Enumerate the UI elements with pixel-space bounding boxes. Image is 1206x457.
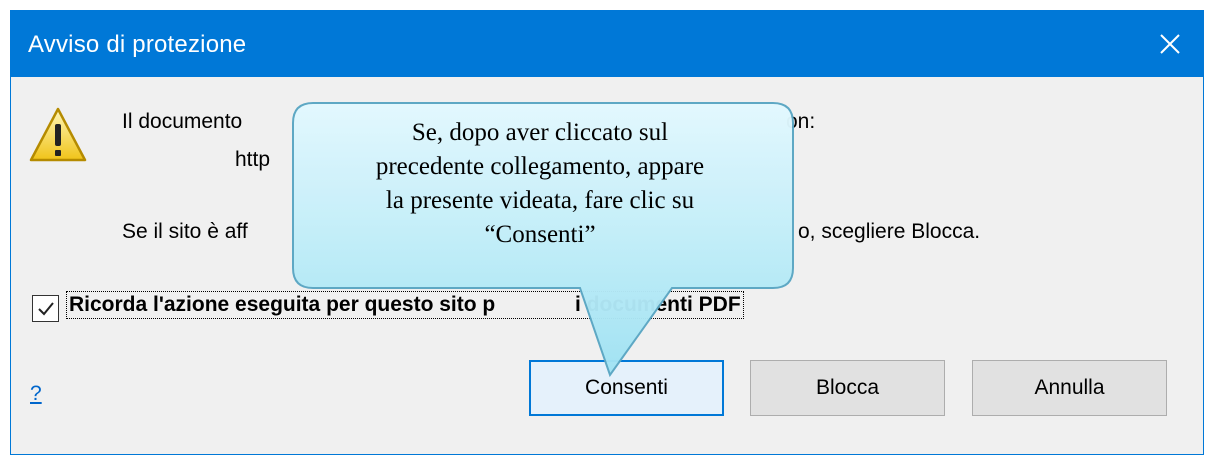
callout-text: Se, dopo aver cliccato sul precedente co… — [302, 116, 778, 252]
remember-label-end: i documenti PDF — [575, 293, 741, 316]
callout-line-1: Se, dopo aver cliccato sul — [411, 119, 669, 146]
message-url: http — [235, 148, 271, 171]
message-line-1: Il documento — [122, 110, 243, 133]
checkmark-icon — [37, 301, 54, 315]
cancel-button[interactable]: Annulla — [972, 360, 1167, 416]
remember-label-start: Ricorda l'azione eseguita per questo sit… — [69, 293, 496, 316]
close-button[interactable] — [1137, 11, 1203, 77]
message-line-3-end: o, scegliere Blocca. — [798, 220, 981, 243]
help-link[interactable]: ? — [30, 382, 42, 406]
title-bar[interactable]: Avviso di protezione — [11, 11, 1203, 77]
message-line-3: Se il sito è aff — [122, 220, 248, 243]
allow-button[interactable]: Consenti — [529, 360, 724, 416]
callout-line-2: precedente collegamento, appare — [375, 153, 705, 180]
warning-icon — [29, 107, 87, 162]
callout-line-3: la presente videata, fare clic su — [385, 187, 695, 214]
remember-label[interactable]: Ricorda l'azione eseguita per questo sit… — [66, 291, 744, 319]
remember-checkbox[interactable] — [32, 295, 59, 322]
callout-line-4: “Consenti” — [484, 221, 596, 248]
dialog-title: Avviso di protezione — [28, 31, 247, 58]
close-icon — [1160, 34, 1180, 54]
message-line-1-end: on: — [786, 110, 816, 133]
block-button[interactable]: Blocca — [750, 360, 945, 416]
